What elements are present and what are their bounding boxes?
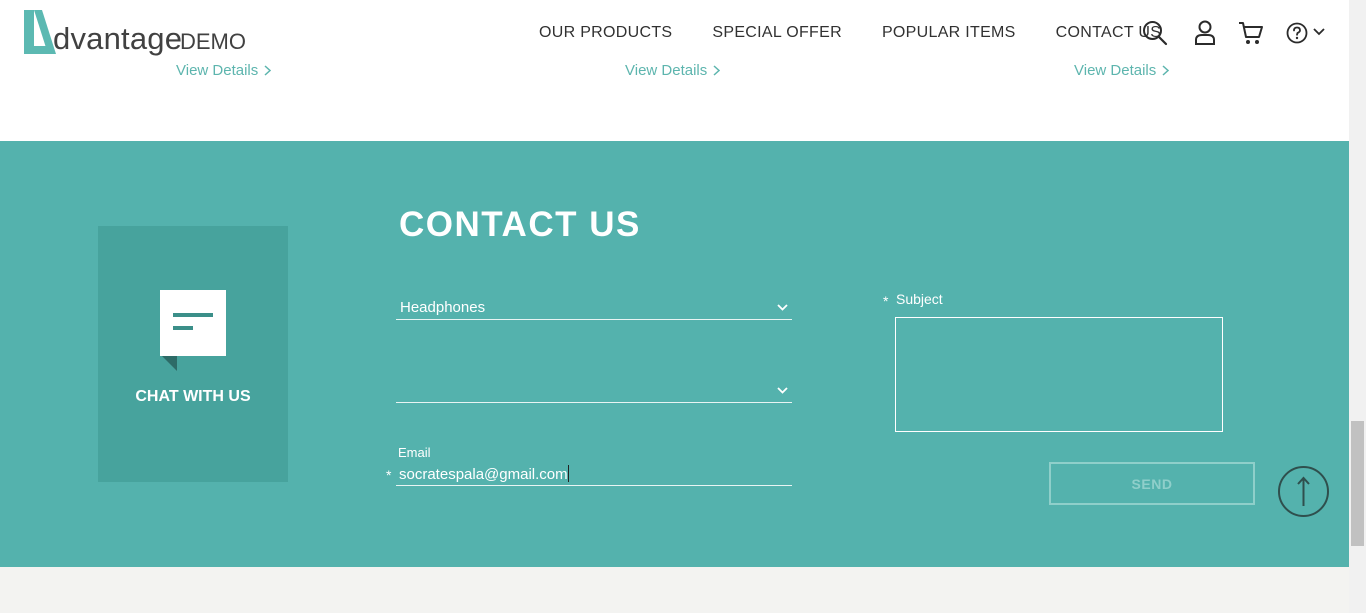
email-field[interactable]: socratespala@gmail.com: [399, 465, 789, 483]
chevron-down-icon: [777, 387, 788, 394]
nav-special-offer[interactable]: SPECIAL OFFER: [712, 24, 842, 42]
scroll-to-top-button[interactable]: [1278, 466, 1329, 517]
view-details-label: View Details: [1074, 62, 1157, 79]
logo-mark-icon: [24, 10, 56, 54]
send-button[interactable]: SEND: [1049, 462, 1255, 505]
subject-textarea[interactable]: [895, 317, 1223, 432]
email-required-mark: *: [386, 467, 392, 483]
email-underline: [396, 485, 792, 486]
chevron-down-icon[interactable]: [1313, 28, 1325, 36]
chevron-right-icon: [713, 65, 721, 76]
logo-text: dvantage: [53, 21, 183, 56]
view-details-link-2[interactable]: View Details: [625, 62, 721, 79]
chat-with-us-button[interactable]: CHAT WITH US: [98, 226, 288, 482]
view-details-label: View Details: [176, 62, 259, 79]
help-icon[interactable]: [1286, 22, 1308, 44]
view-details-link-3[interactable]: View Details: [1074, 62, 1170, 79]
search-icon[interactable]: [1142, 20, 1168, 46]
arrow-up-icon: [1297, 476, 1310, 506]
chevron-right-icon: [1162, 65, 1170, 76]
chevron-down-icon: [777, 304, 788, 311]
chat-icon: [160, 290, 226, 371]
site-header: dvantage DEMO OUR PRODUCTS SPECIAL OFFER…: [0, 0, 1349, 141]
view-details-link-1[interactable]: View Details: [176, 62, 272, 79]
footer-area: [0, 567, 1349, 613]
nav-our-products[interactable]: OUR PRODUCTS: [539, 24, 672, 42]
logo-demo-text: DEMO: [180, 29, 246, 54]
nav-popular-items[interactable]: POPULAR ITEMS: [882, 24, 1016, 42]
chevron-right-icon: [264, 65, 272, 76]
cart-icon[interactable]: [1238, 20, 1264, 46]
contact-title: CONTACT US: [399, 205, 641, 244]
user-icon[interactable]: [1194, 20, 1216, 46]
subject-label: Subject: [896, 291, 943, 307]
scrollbar-thumb[interactable]: [1351, 421, 1364, 546]
view-details-label: View Details: [625, 62, 708, 79]
email-field-value: socratespala@gmail.com: [399, 466, 568, 483]
category-select-value: Headphones: [400, 299, 486, 316]
contact-section: CHAT WITH US CONTACT US Headphones Email…: [0, 141, 1349, 567]
chat-label: CHAT WITH US: [135, 388, 251, 405]
email-label: Email: [398, 445, 431, 460]
text-caret: [567, 465, 569, 482]
subject-required-mark: *: [883, 293, 889, 309]
category-select-underline: [396, 319, 792, 320]
product-select-underline: [396, 402, 792, 403]
send-button-label: SEND: [1131, 475, 1173, 492]
main-nav: OUR PRODUCTS SPECIAL OFFER POPULAR ITEMS…: [539, 24, 1161, 42]
page: dvantage DEMO OUR PRODUCTS SPECIAL OFFER…: [0, 0, 1366, 613]
